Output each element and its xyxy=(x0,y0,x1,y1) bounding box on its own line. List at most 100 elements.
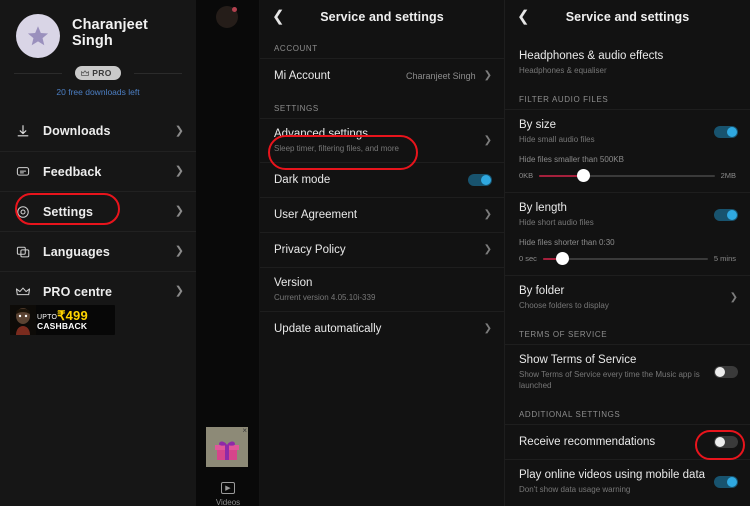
row-show-terms-of-service[interactable]: Show Terms of Service Show Terms of Serv… xyxy=(505,344,750,399)
sidebar-item-feedback[interactable]: Feedback ❯ xyxy=(0,151,196,191)
row-text: Play online videos using mobile data Don… xyxy=(519,468,714,495)
row-text: Advanced settings Sleep timer, filtering… xyxy=(274,127,484,154)
row-text: Receive recommendations xyxy=(519,435,714,449)
row-title: Advanced settings xyxy=(274,127,484,141)
row-text: By length Hide short audio files xyxy=(519,201,714,228)
row-subtitle: Sleep timer, filtering files, and more xyxy=(274,143,484,154)
toggle-knob xyxy=(481,175,491,185)
star-avatar-icon xyxy=(25,23,51,49)
toggle-knob xyxy=(715,437,725,447)
pro-badge[interactable]: PRO xyxy=(75,66,121,80)
row-title: Version xyxy=(274,276,492,290)
chevron-right-icon: ❯ xyxy=(484,210,492,220)
chevron-right-icon: ❯ xyxy=(175,126,184,137)
row-subtitle: Don't show data usage warning xyxy=(519,484,714,495)
section-header-filter-audio-files: FILTER AUDIO FILES xyxy=(505,84,750,109)
middle-settings-panel: ❮ Service and settings ACCOUNT Mi Accoun… xyxy=(260,0,505,506)
row-subtitle: Choose folders to display xyxy=(519,300,730,311)
row-title: User Agreement xyxy=(274,208,484,222)
row-play-online-videos-mobile-data[interactable]: Play online videos using mobile data Don… xyxy=(505,459,750,503)
row-text: User Agreement xyxy=(274,208,484,222)
row-title: Play online videos using mobile data xyxy=(519,468,714,482)
row-title: Headphones & audio effects xyxy=(519,49,738,63)
right-panel-header: ❮ Service and settings xyxy=(505,0,750,33)
edge-strip: × ▶ Videos xyxy=(196,0,260,506)
row-user-agreement[interactable]: User Agreement ❯ xyxy=(260,197,504,232)
by-size-min-label: 0KB xyxy=(519,171,533,180)
back-chevron-icon[interactable]: ❮ xyxy=(517,9,533,24)
row-subtitle: Hide small audio files xyxy=(519,134,714,145)
by-size-slider-track[interactable] xyxy=(539,175,714,177)
by-size-slider-caption: Hide files smaller than 500KB xyxy=(519,155,736,164)
by-length-slider[interactable]: 0 sec 5 mins xyxy=(519,254,736,263)
floating-badge-icon[interactable] xyxy=(216,6,238,28)
row-version: Version Current version 4.05.10i-339 xyxy=(260,267,504,311)
sidebar: Charanjeet Singh PRO 20 free downloads l… xyxy=(0,0,196,506)
videos-tab[interactable]: ▶ Videos xyxy=(196,477,260,506)
sidebar-item-label: Languages xyxy=(43,245,175,259)
row-by-folder[interactable]: By folder Choose folders to display ❯ xyxy=(505,275,750,319)
row-title: Mi Account xyxy=(274,69,406,83)
row-headphones-audio-effects[interactable]: Headphones & audio effects Headphones & … xyxy=(505,41,750,84)
row-mi-account[interactable]: Mi Account Charanjeet Singh ❯ xyxy=(260,58,504,93)
sidebar-item-label: PRO centre xyxy=(43,285,175,299)
chevron-right-icon: ❯ xyxy=(484,324,492,334)
sidebar-item-settings[interactable]: Settings ❯ xyxy=(0,191,196,231)
by-size-slider[interactable]: 0KB 2MB xyxy=(519,171,736,180)
row-receive-recommendations[interactable]: Receive recommendations xyxy=(505,424,750,459)
by-length-toggle[interactable] xyxy=(714,209,738,221)
row-update-automatically[interactable]: Update automatically ❯ xyxy=(260,311,504,346)
by-length-slider-track[interactable] xyxy=(543,258,708,260)
download-arrow-icon xyxy=(16,124,34,138)
row-advanced-settings[interactable]: Advanced settings Sleep timer, filtering… xyxy=(260,118,504,162)
mobile-data-toggle[interactable] xyxy=(714,476,738,488)
sidebar-item-downloads[interactable]: Downloads ❯ xyxy=(0,111,196,151)
cashback-promo-banner[interactable]: UPTO₹499 CASHBACK xyxy=(10,305,115,335)
by-length-slider-block: Hide files shorter than 0:30 0 sec 5 min… xyxy=(505,236,750,275)
by-size-toggle[interactable] xyxy=(714,126,738,138)
gift-promo-thumbnail[interactable]: × xyxy=(206,427,248,467)
free-downloads-link[interactable]: 20 free downloads left xyxy=(0,87,196,97)
toggle-knob xyxy=(727,210,737,220)
profile-header[interactable]: Charanjeet Singh xyxy=(0,0,196,64)
by-length-slider-thumb[interactable] xyxy=(556,252,569,265)
row-by-length[interactable]: By length Hide short audio files xyxy=(505,192,750,236)
gear-icon xyxy=(16,205,34,219)
by-size-slider-thumb[interactable] xyxy=(577,169,590,182)
row-by-size[interactable]: By size Hide small audio files xyxy=(505,109,750,153)
section-header-account: ACCOUNT xyxy=(260,33,504,58)
translate-icon xyxy=(16,245,34,259)
dark-mode-toggle[interactable] xyxy=(468,174,492,186)
row-dark-mode[interactable]: Dark mode xyxy=(260,162,504,197)
app-screen: Charanjeet Singh PRO 20 free downloads l… xyxy=(0,0,750,506)
sidebar-item-label: Downloads xyxy=(43,124,175,138)
row-title: By length xyxy=(519,201,714,215)
section-header-additional-settings: ADDITIONAL SETTINGS xyxy=(505,399,750,424)
crown-icon xyxy=(81,70,89,77)
avatar[interactable] xyxy=(16,14,60,58)
videos-tab-label: Videos xyxy=(196,498,260,506)
chevron-right-icon: ❯ xyxy=(730,293,738,303)
toggle-knob xyxy=(727,477,737,487)
close-icon[interactable]: × xyxy=(242,427,247,435)
row-text: Show Terms of Service Show Terms of Serv… xyxy=(519,353,714,391)
show-terms-toggle[interactable] xyxy=(714,366,738,378)
promo-text: UPTO₹499 CASHBACK xyxy=(36,309,88,331)
toggle-knob xyxy=(715,367,725,377)
by-length-min-label: 0 sec xyxy=(519,254,537,263)
row-value: Charanjeet Singh xyxy=(406,71,476,81)
row-title: Privacy Policy xyxy=(274,243,484,257)
sidebar-item-languages[interactable]: Languages ❯ xyxy=(0,231,196,271)
crown-icon xyxy=(16,285,34,299)
row-text: Mi Account xyxy=(274,69,406,83)
row-text: By folder Choose folders to display xyxy=(519,284,730,311)
row-subtitle: Show Terms of Service every time the Mus… xyxy=(519,369,714,391)
back-chevron-icon[interactable]: ❮ xyxy=(272,9,288,24)
section-header-settings: SETTINGS xyxy=(260,93,504,118)
page-title: Service and settings xyxy=(260,10,504,24)
receive-recommendations-toggle[interactable] xyxy=(714,436,738,448)
row-privacy-policy[interactable]: Privacy Policy ❯ xyxy=(260,232,504,267)
middle-panel-header: ❮ Service and settings xyxy=(260,0,504,33)
chat-bubble-icon xyxy=(16,165,34,179)
by-length-slider-caption: Hide files shorter than 0:30 xyxy=(519,238,736,247)
